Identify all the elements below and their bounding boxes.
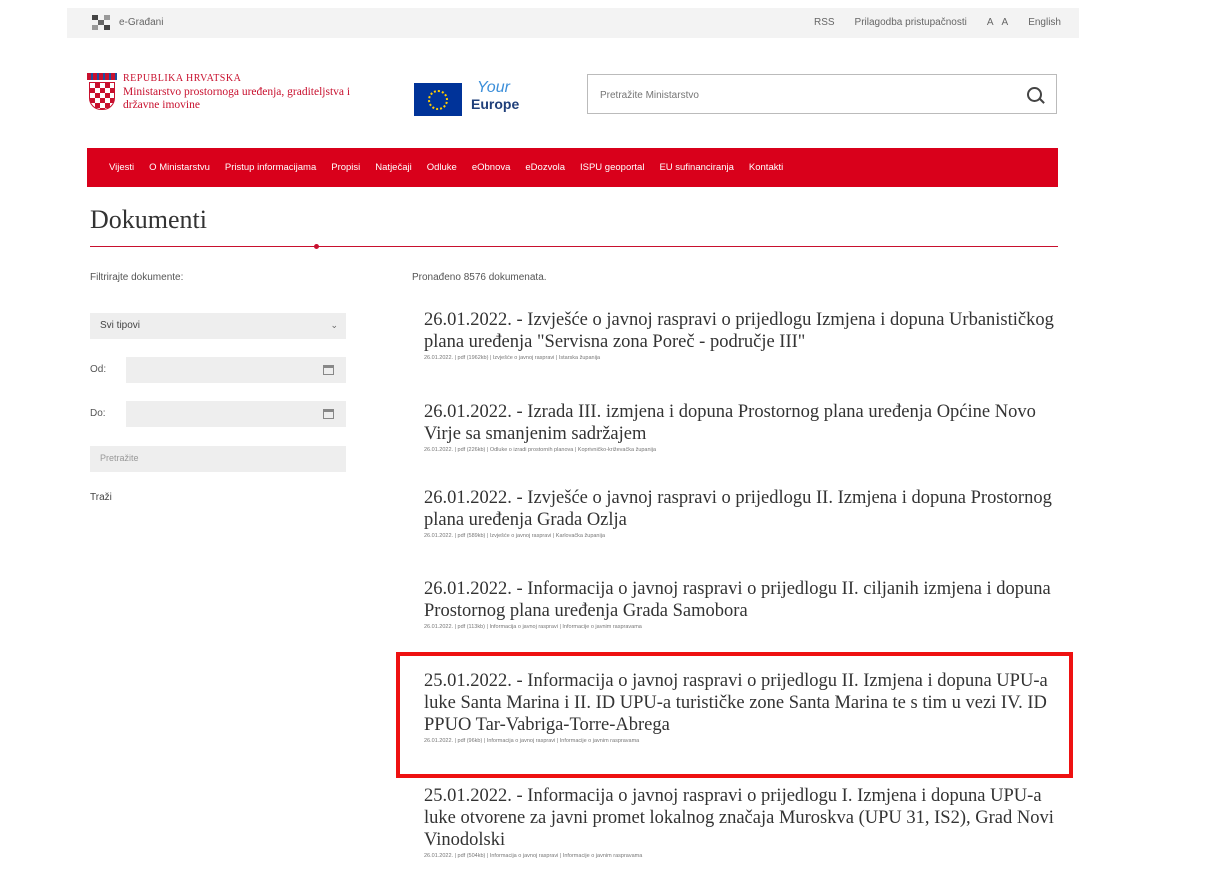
e-gradjani-link[interactable]: e-Građani	[119, 17, 163, 28]
calendar-icon[interactable]	[323, 365, 334, 375]
nav-item-edozvola[interactable]: eDozvola	[525, 162, 565, 173]
font-size-large-link[interactable]: A	[1002, 17, 1009, 28]
search-submit-button[interactable]: Traži	[90, 492, 112, 503]
document-item: 25.01.2022. - Informacija o javnoj raspr…	[424, 785, 1059, 859]
document-item: 26.01.2022. - Izvješće o javnoj raspravi…	[424, 309, 1059, 361]
nav-item-eobnova[interactable]: eObnova	[472, 162, 511, 173]
top-utility-bar: e-Građani RSS Prilagodba pristupačnosti …	[67, 8, 1079, 38]
nav-item-ispu-geoportal[interactable]: ISPU geoportal	[580, 162, 644, 173]
document-title-link[interactable]: 26.01.2022. - Izvješće o javnoj raspravi…	[424, 309, 1059, 353]
date-from-label: Od:	[90, 364, 107, 375]
document-search-input[interactable]: Pretražite	[90, 446, 346, 472]
title-divider-dot	[314, 244, 319, 249]
date-to-input[interactable]	[126, 401, 346, 427]
document-item: 26.01.2022. - Informacija o javnoj raspr…	[424, 578, 1059, 630]
date-to-label: Do:	[90, 408, 106, 419]
filter-heading: Filtrirajte dokumente:	[90, 272, 184, 283]
document-item: 26.01.2022. - Izrada III. izmjena i dopu…	[424, 401, 1059, 453]
your-europe-word-1: Your	[477, 79, 510, 96]
calendar-icon[interactable]	[323, 409, 334, 419]
ministry-search-input[interactable]	[598, 85, 1002, 105]
nav-item-o-ministarstvu[interactable]: O Ministarstvu	[149, 162, 210, 173]
accessibility-link[interactable]: Prilagodba pristupačnosti	[855, 17, 967, 28]
results-count: Pronađeno 8576 dokumenata.	[412, 272, 547, 283]
your-europe-logo[interactable]: Your Europe	[471, 79, 520, 113]
document-title-link[interactable]: 25.01.2022. - Informacija o javnoj raspr…	[424, 785, 1059, 851]
date-from-input[interactable]	[126, 357, 346, 383]
e-gradjani-logo-icon[interactable]	[92, 15, 110, 31]
nav-item-propisi[interactable]: Propisi	[331, 162, 360, 173]
main-navigation: Vijesti O Ministarstvu Pristup informaci…	[87, 148, 1058, 187]
chevron-down-icon: ⌄	[330, 320, 338, 330]
title-divider	[90, 246, 1058, 247]
ministry-search	[587, 74, 1057, 114]
page-title: Dokumenti	[90, 205, 207, 234]
document-title-link[interactable]: 26.01.2022. - Informacija o javnoj raspr…	[424, 578, 1059, 622]
english-link[interactable]: English	[1028, 17, 1061, 28]
document-meta: 26.01.2022. | pdf (1962kb) | Izvješće o …	[424, 355, 601, 361]
document-meta: 26.01.2022. | pdf (589kb) | Izvješće o j…	[424, 533, 605, 539]
nav-item-kontakti[interactable]: Kontakti	[749, 162, 783, 173]
document-title-link[interactable]: 26.01.2022. - Izvješće o javnoj raspravi…	[424, 487, 1059, 531]
nav-item-natjecaji[interactable]: Natječaji	[375, 162, 411, 173]
highlight-box	[396, 652, 1073, 778]
font-size-small-link[interactable]: A	[987, 17, 994, 28]
eu-flag-icon[interactable]	[414, 83, 462, 116]
document-item: 26.01.2022. - Izvješće o javnoj raspravi…	[424, 487, 1059, 539]
ministry-name: Ministarstvo prostornoga uređenja, gradi…	[123, 86, 351, 111]
document-type-select[interactable]: Svi tipovi ⌄	[90, 313, 346, 339]
document-type-value: Svi tipovi	[100, 320, 141, 331]
ministry-logo[interactable]: REPUBLIKA HRVATSKA Ministarstvo prostorn…	[123, 73, 353, 112]
search-icon[interactable]	[1027, 87, 1042, 102]
your-europe-word-2: Europe	[471, 96, 520, 112]
nav-item-vijesti[interactable]: Vijesti	[109, 162, 134, 173]
document-meta: 26.01.2022. | pdf (226kb) | Odluke o izr…	[424, 447, 657, 453]
document-title-link[interactable]: 26.01.2022. - Izrada III. izmjena i dopu…	[424, 401, 1059, 445]
nav-item-pristup-informacijama[interactable]: Pristup informacijama	[225, 162, 316, 173]
country-name: REPUBLIKA HRVATSKA	[123, 73, 242, 84]
nav-item-eu-sufinanciranja[interactable]: EU sufinanciranja	[659, 162, 733, 173]
document-search-placeholder: Pretražite	[100, 453, 139, 463]
nav-item-odluke[interactable]: Odluke	[427, 162, 457, 173]
document-meta: 26.01.2022. | pdf (113kb) | Informacija …	[424, 624, 642, 630]
top-links: RSS Prilagodba pristupačnosti A A Englis…	[814, 17, 1061, 28]
rss-link[interactable]: RSS	[814, 17, 835, 28]
document-meta: 26.01.2022. | pdf (504kb) | Informacija …	[424, 853, 643, 859]
coat-of-arms-icon[interactable]	[87, 73, 117, 113]
